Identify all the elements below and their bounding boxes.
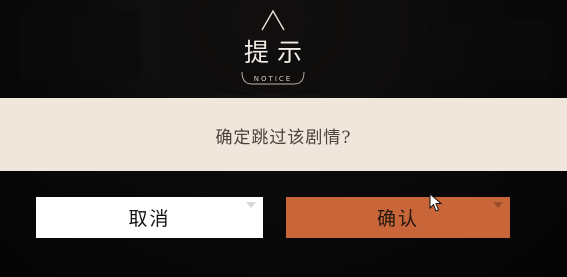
dialog-header: 提示 NOTICE bbox=[236, 8, 310, 88]
cancel-button[interactable]: 取消 bbox=[36, 197, 263, 238]
confirm-button-label: 确认 bbox=[376, 208, 419, 230]
mouse-cursor-icon bbox=[429, 193, 443, 212]
confirm-button[interactable]: 确认 bbox=[286, 197, 510, 238]
dialog-message: 确定跳过该剧情? bbox=[215, 128, 352, 148]
background-blur bbox=[430, 20, 550, 80]
dialog-subtitle: NOTICE bbox=[253, 75, 293, 83]
skip-story-dialog: 提示 NOTICE 确定跳过该剧情? 取消 确认 bbox=[0, 0, 567, 277]
corner-triangle-icon bbox=[246, 202, 256, 208]
cancel-button-label: 取消 bbox=[128, 208, 171, 230]
dialog-title: 提示 bbox=[244, 38, 311, 67]
message-band: 确定跳过该剧情? bbox=[0, 98, 567, 171]
background-blur bbox=[20, 10, 140, 80]
corner-triangle-icon bbox=[493, 202, 503, 208]
peak-icon bbox=[261, 9, 285, 31]
